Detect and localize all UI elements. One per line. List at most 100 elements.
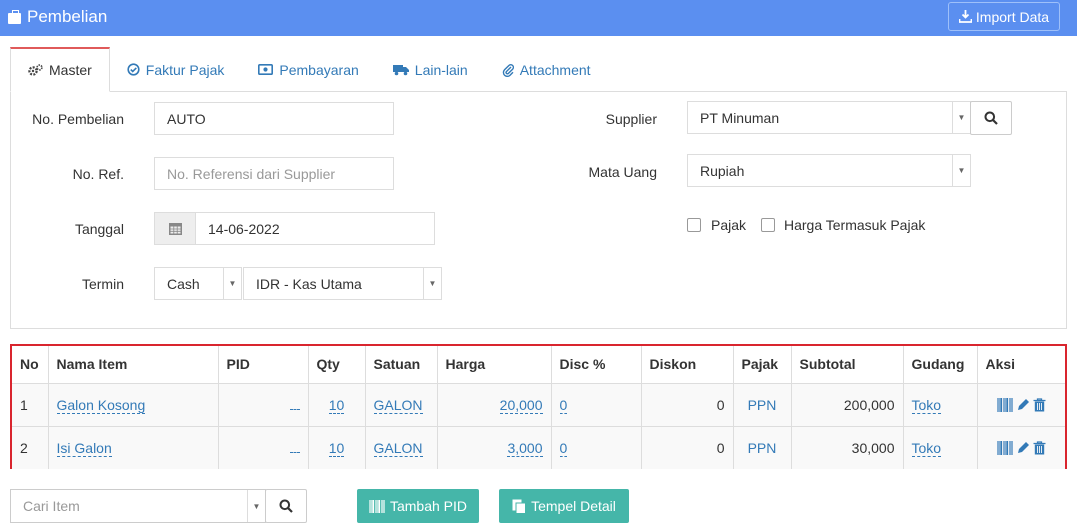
- col-satuan: Satuan: [365, 346, 438, 384]
- trash-icon[interactable]: [1033, 441, 1046, 455]
- search-icon: [279, 499, 293, 513]
- cell-diskon: 0: [641, 383, 734, 427]
- col-no: No: [12, 346, 49, 384]
- no-pembelian-label: No. Pembelian: [32, 111, 124, 127]
- termin-label: Termin: [81, 276, 124, 292]
- no-pembelian-input[interactable]: AUTO: [154, 102, 394, 135]
- supplier-label: Supplier: [605, 111, 657, 127]
- harga-termasuk-pajak-label: Harga Termasuk Pajak: [784, 217, 926, 233]
- cell-qty[interactable]: 10: [328, 396, 345, 414]
- calendar-icon[interactable]: [154, 212, 196, 245]
- table-row: 1 Galon Kosong 10 GALON 20,000 0 0 PPN 2…: [12, 383, 1065, 427]
- cell-nama-item[interactable]: Isi Galon: [56, 439, 112, 457]
- items-table: No Nama Item PID Qty Satuan Harga Disc %…: [10, 344, 1067, 469]
- chevron-down-icon: ▼: [952, 102, 970, 133]
- tab-pembayaran[interactable]: Pembayaran: [241, 47, 375, 92]
- supplier-search-button[interactable]: [970, 101, 1012, 135]
- page-title: Pembelian: [8, 7, 107, 27]
- pencil-icon[interactable]: [1016, 398, 1030, 412]
- cell-gudang[interactable]: Toko: [911, 439, 942, 457]
- col-disc: Disc %: [551, 346, 642, 384]
- check-circle-icon: [127, 63, 140, 76]
- tempel-detail-button[interactable]: Tempel Detail: [499, 489, 629, 523]
- paperclip-icon: [502, 63, 514, 77]
- cell-nama-item[interactable]: Galon Kosong: [56, 396, 146, 414]
- col-aksi: Aksi: [977, 346, 1065, 384]
- termin-select[interactable]: Cash ▼: [154, 267, 242, 300]
- col-pid: PID: [218, 346, 309, 384]
- tempel-detail-label: Tempel Detail: [531, 498, 616, 514]
- row-actions: [986, 397, 1058, 412]
- tanggal-input[interactable]: 14-06-2022: [195, 212, 435, 245]
- trash-icon[interactable]: [1033, 397, 1046, 412]
- cell-no: 2: [12, 426, 49, 469]
- chevron-down-icon: ▼: [247, 490, 265, 522]
- mata-uang-select[interactable]: Rupiah ▼: [687, 154, 971, 187]
- supplier-value: PT Minuman: [700, 109, 780, 126]
- col-subtotal: Subtotal: [791, 346, 904, 384]
- cell-disc[interactable]: 0: [559, 439, 568, 457]
- cell-pajak[interactable]: PPN: [733, 426, 792, 469]
- tab-master[interactable]: Master: [10, 47, 110, 92]
- mata-uang-value: Rupiah: [700, 162, 745, 179]
- cell-disc[interactable]: 0: [559, 396, 568, 414]
- tab-faktur-pajak-label: Faktur Pajak: [145, 61, 225, 78]
- paste-icon: [512, 499, 527, 514]
- cell-satuan[interactable]: GALON: [373, 396, 423, 414]
- cell-satuan[interactable]: GALON: [373, 439, 423, 457]
- barcode-icon: [369, 499, 385, 513]
- cell-pajak[interactable]: PPN: [733, 383, 792, 427]
- harga-termasuk-pajak-checkbox[interactable]: [761, 218, 775, 232]
- truck-icon: [392, 64, 409, 75]
- cell-qty[interactable]: 10: [328, 439, 345, 457]
- cell-harga[interactable]: 20,000: [499, 396, 543, 414]
- import-data-button[interactable]: Import Data: [948, 2, 1060, 31]
- no-ref-input[interactable]: No. Referensi dari Supplier: [154, 157, 394, 190]
- tab-attachment[interactable]: Attachment: [485, 47, 608, 92]
- cell-pid[interactable]: [289, 451, 300, 453]
- tambah-pid-label: Tambah PID: [389, 498, 468, 514]
- supplier-select[interactable]: PT Minuman ▼: [687, 101, 971, 134]
- page-title-text: Pembelian: [27, 7, 108, 26]
- col-gudang: Gudang: [903, 346, 978, 384]
- tab-lain-lain[interactable]: Lain-lain: [376, 47, 485, 92]
- barcode-icon[interactable]: [997, 440, 1013, 455]
- cari-item-search-button[interactable]: [265, 489, 307, 523]
- tanggal-label: Tanggal: [74, 221, 124, 237]
- kas-value: IDR - Kas Utama: [256, 275, 362, 292]
- cell-gudang[interactable]: Toko: [911, 396, 942, 414]
- cari-item-select[interactable]: Cari Item ▼: [10, 489, 266, 523]
- pencil-icon[interactable]: [1016, 441, 1030, 455]
- row-actions: [986, 440, 1058, 455]
- pajak-checkbox[interactable]: [687, 218, 701, 232]
- table-header-row: No Nama Item PID Qty Satuan Harga Disc %…: [12, 346, 1065, 384]
- table-row: 2 Isi Galon 10 GALON 3,000 0 0 PPN 30,00…: [12, 426, 1065, 469]
- mata-uang-label: Mata Uang: [588, 164, 657, 180]
- col-nama-item: Nama Item: [48, 346, 219, 384]
- pajak-checkbox-label: Pajak: [711, 217, 747, 233]
- col-qty: Qty: [308, 346, 366, 384]
- cell-subtotal: 30,000: [791, 426, 904, 469]
- briefcase-icon: [8, 9, 21, 24]
- termin-value: Cash: [167, 275, 200, 292]
- money-icon: [258, 64, 274, 75]
- header-bar: Pembelian Import Data: [0, 0, 1077, 36]
- col-diskon: Diskon: [641, 346, 734, 384]
- tab-faktur-pajak[interactable]: Faktur Pajak: [110, 47, 242, 92]
- no-ref-label: No. Ref.: [72, 166, 124, 182]
- tab-pembayaran-label: Pembayaran: [279, 61, 359, 78]
- cell-subtotal: 200,000: [791, 383, 904, 427]
- cari-item-placeholder: Cari Item: [23, 498, 80, 514]
- tab-master-label: Master: [49, 62, 92, 78]
- tab-bar: Master Faktur Pajak Pembayaran Lain-lain…: [10, 47, 608, 92]
- search-icon: [984, 111, 998, 125]
- barcode-icon[interactable]: [997, 397, 1013, 412]
- cell-harga[interactable]: 3,000: [507, 439, 543, 457]
- import-data-label: Import Data: [975, 8, 1050, 25]
- tab-lain-lain-label: Lain-lain: [414, 61, 468, 78]
- cell-pid[interactable]: [289, 408, 300, 410]
- kas-select[interactable]: IDR - Kas Utama ▼: [243, 267, 442, 300]
- tambah-pid-button[interactable]: Tambah PID: [357, 489, 479, 523]
- gears-icon: [28, 63, 43, 76]
- tab-attachment-label: Attachment: [519, 61, 591, 78]
